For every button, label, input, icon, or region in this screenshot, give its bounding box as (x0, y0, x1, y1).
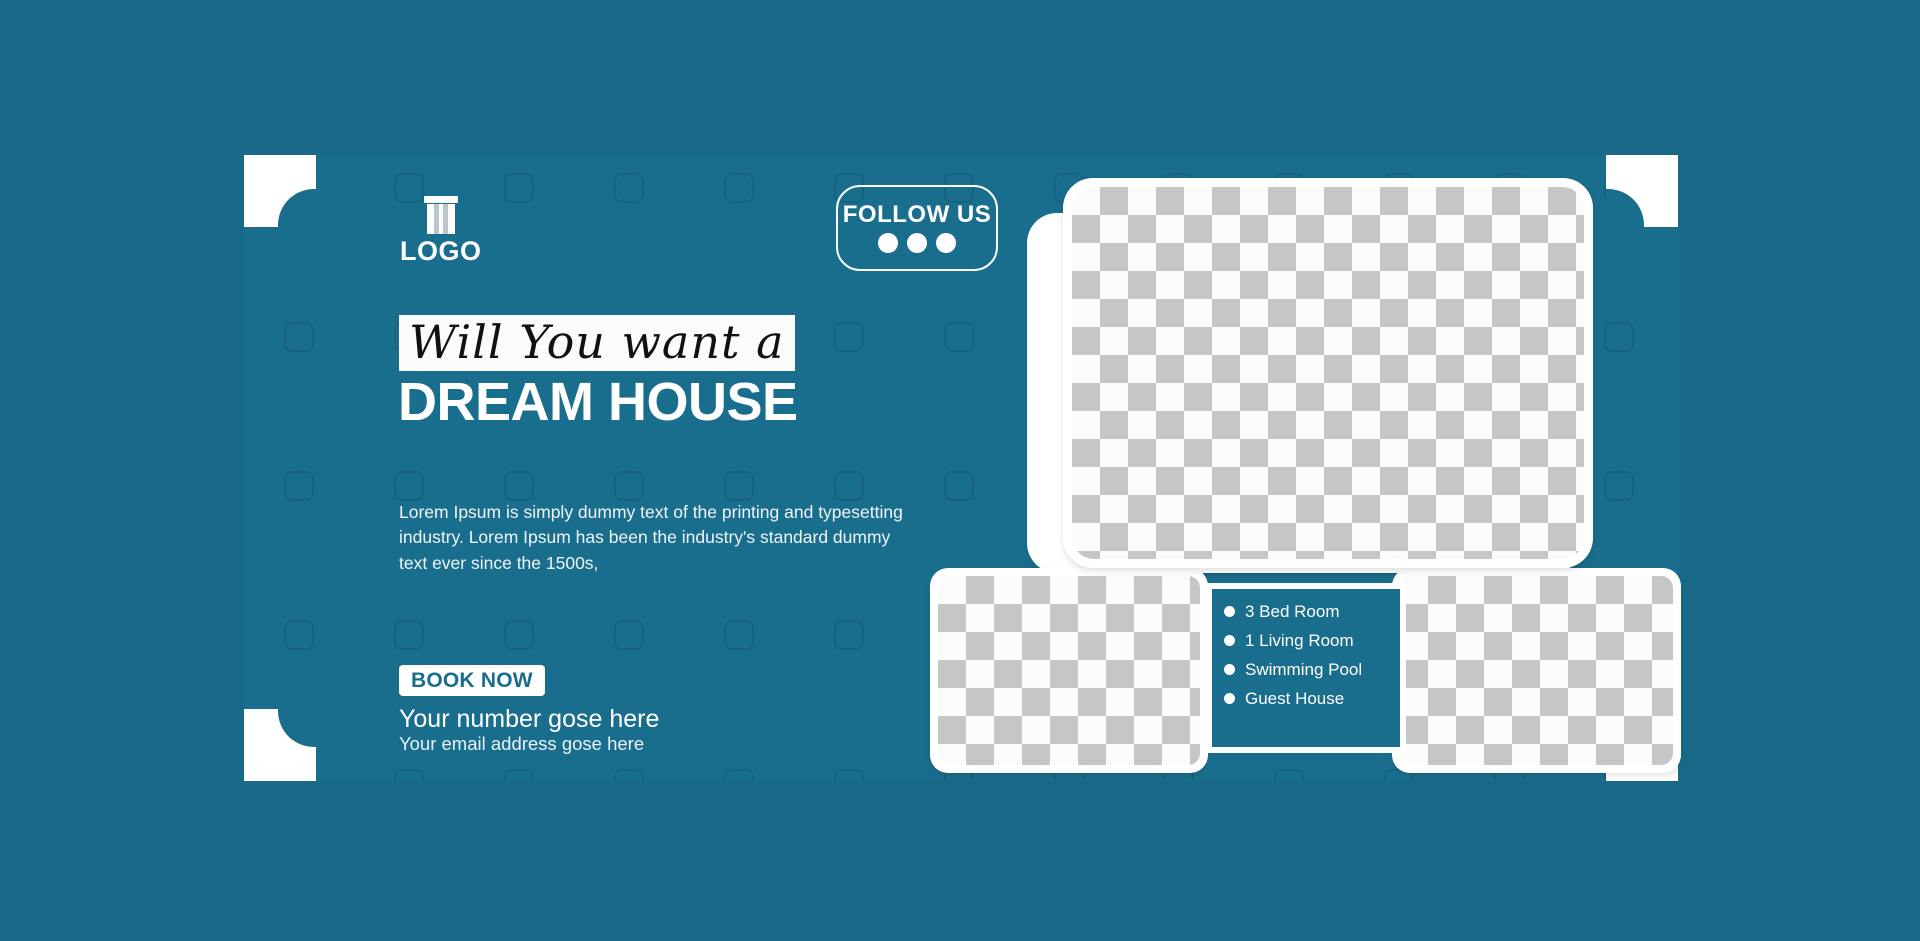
pattern-square (394, 769, 424, 781)
pattern-square (504, 471, 534, 501)
pattern-square (284, 620, 314, 650)
headline-main: DREAM HOUSE (398, 372, 798, 432)
contact-phone: Your number gose here (399, 705, 660, 733)
headline-script-box: Will You want a (399, 315, 795, 371)
pattern-square (944, 322, 974, 352)
list-item: 3 Bed Room (1224, 603, 1400, 620)
house-icon (423, 196, 458, 234)
bullet-icon (1224, 664, 1235, 675)
pattern-square (504, 769, 534, 781)
body-paragraph: Lorem Ipsum is simply dummy text of the … (399, 502, 903, 573)
pattern-square (284, 322, 314, 352)
corner-notch-top-left (244, 155, 316, 227)
contact-email: Your email address gose here (399, 733, 645, 754)
feature-label: 1 Living Room (1245, 631, 1354, 650)
feature-label: Guest House (1245, 689, 1345, 708)
secondary-photo-frame-left[interactable] (930, 568, 1208, 773)
pattern-square (614, 769, 644, 781)
pattern-square (834, 620, 864, 650)
secondary-photo-frame-right[interactable] (1392, 568, 1681, 773)
feature-label: Swimming Pool (1245, 660, 1363, 679)
pattern-square (394, 620, 424, 650)
follow-us-badge[interactable]: FOLLOW US (836, 185, 998, 271)
logo[interactable]: LOGO (400, 196, 482, 265)
pattern-square (834, 322, 864, 352)
secondary-image-placeholder-left[interactable] (938, 576, 1200, 765)
follow-us-label: FOLLOW US (842, 201, 992, 228)
pattern-square (1604, 471, 1634, 501)
bullet-icon (1224, 693, 1235, 704)
social-dot-icon[interactable] (907, 233, 927, 253)
pattern-square (614, 471, 644, 501)
pattern-square (834, 769, 864, 781)
pattern-square (394, 471, 424, 501)
pattern-square (834, 471, 864, 501)
pattern-square (944, 471, 974, 501)
list-item: 1 Living Room (1224, 632, 1400, 649)
pattern-square (724, 769, 754, 781)
pattern-square (1604, 322, 1634, 352)
pattern-square (614, 620, 644, 650)
hero-photo-frame[interactable] (1063, 178, 1593, 568)
pattern-square (284, 471, 314, 501)
pattern-square (614, 173, 644, 203)
book-now-button[interactable]: BOOK NOW (399, 665, 545, 696)
corner-notch-top-right (1606, 155, 1678, 227)
bullet-icon (1224, 606, 1235, 617)
pattern-square (1274, 769, 1304, 781)
hero-image-placeholder[interactable] (1072, 187, 1584, 559)
corner-notch-bottom-left (244, 709, 316, 781)
social-dot-icon[interactable] (878, 233, 898, 253)
bullet-icon (1224, 635, 1235, 646)
headline-script: Will You want a (409, 315, 785, 369)
pattern-square (724, 471, 754, 501)
pattern-square (504, 173, 534, 203)
pattern-square (724, 173, 754, 203)
logo-text: LOGO (400, 236, 482, 266)
feature-label: 3 Bed Room (1245, 602, 1340, 621)
social-dot-icon[interactable] (936, 233, 956, 253)
list-item: Swimming Pool (1224, 661, 1400, 678)
pattern-square (724, 620, 754, 650)
list-item: Guest House (1224, 690, 1400, 707)
secondary-image-placeholder-right[interactable] (1400, 576, 1673, 765)
pattern-square (504, 620, 534, 650)
feature-list-panel: 3 Bed Room 1 Living Room Swimming Pool G… (1206, 583, 1406, 753)
social-dots[interactable] (878, 233, 956, 253)
